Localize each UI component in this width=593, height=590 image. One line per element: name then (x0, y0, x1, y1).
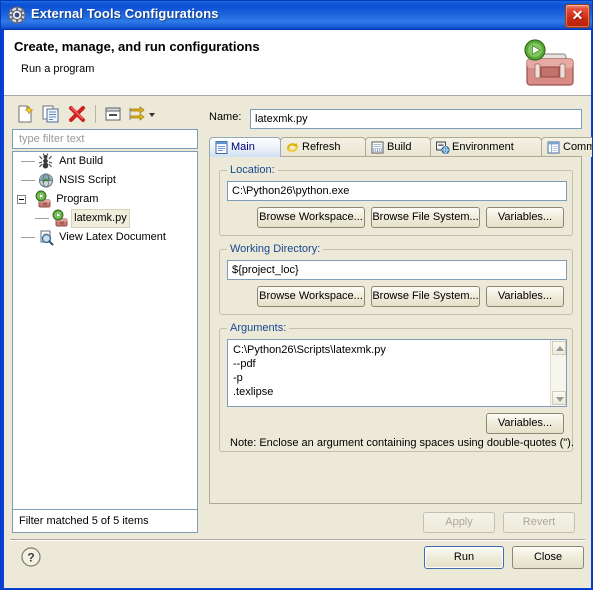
tab-label: Refresh (302, 141, 341, 153)
ant-icon (38, 152, 54, 171)
window-title: External Tools Configurations (31, 6, 219, 21)
filter-status-text: Filter matched 5 of 5 items (12, 509, 198, 533)
refresh-tab-icon (285, 140, 300, 155)
tree-connector (21, 171, 35, 190)
tree-item-label: latexmk.py (71, 209, 130, 228)
help-icon[interactable]: ? (20, 546, 42, 568)
tree-connector (21, 152, 35, 171)
delete-configuration-button[interactable] (66, 103, 88, 125)
tree-item-label: View Latex Document (59, 231, 166, 243)
external-tools-configurations-dialog: External Tools Configurations ✕ Create, … (0, 0, 593, 590)
tab-environment[interactable]: Environment (430, 137, 542, 157)
name-label: Name: (209, 111, 242, 123)
common-tab-icon (546, 140, 561, 155)
tree-item-ant-build[interactable]: Ant Build (13, 152, 197, 171)
configurations-tree[interactable]: Ant Build NSIS Script Program latexmk.py… (12, 151, 198, 509)
location-label: Location: (227, 164, 278, 176)
main-tab-icon (214, 140, 229, 155)
working-directory-browse-workspace-button[interactable]: Browse Workspace... (257, 286, 365, 307)
location-input[interactable] (227, 181, 567, 201)
duplicate-configuration-button[interactable] (40, 103, 62, 125)
arguments-scrollbar[interactable] (550, 340, 566, 406)
location-group: Location: Browse Workspace... Browse Fil… (219, 164, 573, 236)
toolbar-separator (95, 105, 96, 123)
arguments-variables-button[interactable]: Variables... (486, 413, 564, 434)
dialog-body: Ant Build NSIS Script (4, 96, 592, 588)
arguments-group: Arguments: C:\Python26\Scripts\latexmk.p… (219, 322, 574, 452)
revert-button[interactable]: Revert (503, 512, 575, 533)
tree-expander-collapse[interactable] (17, 195, 26, 204)
header-banner: Create, manage, and run configurations R… (4, 30, 591, 96)
tab-label: Environment (452, 141, 514, 153)
view-document-icon (38, 228, 54, 247)
build-tab-icon: 010 (370, 140, 385, 155)
page-subtitle: Run a program (21, 63, 95, 75)
main-tab-panel: Location: Browse Workspace... Browse Fil… (209, 156, 582, 504)
tab-label: Build (387, 141, 412, 153)
tab-refresh[interactable]: Refresh (280, 137, 366, 157)
title-bar: External Tools Configurations ✕ (1, 1, 592, 30)
scroll-down-button[interactable] (552, 391, 566, 405)
tab-label: Common (563, 141, 592, 153)
tab-common[interactable]: Common (541, 137, 592, 157)
tree-connector (21, 228, 35, 247)
program-icon (35, 190, 51, 209)
name-input[interactable] (250, 109, 582, 129)
close-button[interactable]: Close (512, 546, 584, 569)
toolbox-run-icon (519, 36, 581, 92)
arguments-label: Arguments: (227, 322, 290, 334)
close-icon: ✕ (571, 7, 584, 23)
tab-main[interactable]: Main (209, 137, 281, 157)
location-browse-file-system-button[interactable]: Browse File System... (371, 207, 480, 228)
chevron-down-icon[interactable] (146, 103, 158, 125)
working-directory-label: Working Directory: (227, 243, 324, 255)
tree-item-label: Program (56, 193, 99, 205)
nsis-icon (38, 171, 54, 190)
collapse-all-button[interactable] (102, 103, 124, 125)
location-variables-button[interactable]: Variables... (486, 207, 564, 228)
chevron-down-icon (556, 397, 564, 402)
run-button[interactable]: Run (424, 546, 504, 569)
chevron-up-icon (556, 346, 564, 351)
tree-item-program[interactable]: Program (13, 190, 197, 209)
svg-text:?: ? (27, 551, 34, 565)
tree-item-label: Ant Build (59, 155, 104, 167)
configuration-editor-panel: Name: latexmk.py Main Refresh 010 Build … (206, 101, 592, 533)
arguments-note: Note: Enclose an argument containing spa… (230, 437, 574, 449)
gear-icon (8, 6, 26, 24)
close-window-button[interactable]: ✕ (565, 4, 590, 28)
working-directory-browse-file-system-button[interactable]: Browse File System... (371, 286, 480, 307)
search-input[interactable] (12, 129, 198, 149)
arguments-textarea[interactable]: C:\Python26\Scripts\latexmk.py --pdf -p … (227, 339, 567, 407)
apply-button[interactable]: Apply (423, 512, 495, 533)
working-directory-group: Working Directory: Browse Workspace... B… (219, 243, 573, 315)
tab-build[interactable]: 010 Build (365, 137, 431, 157)
working-directory-input[interactable] (227, 260, 567, 280)
configurations-toolbar (10, 101, 200, 127)
tree-item-view-latex-document[interactable]: View Latex Document (13, 228, 197, 247)
new-configuration-button[interactable] (14, 103, 36, 125)
arguments-value: C:\Python26\Scripts\latexmk.py --pdf -p … (233, 344, 386, 398)
page-title: Create, manage, and run configurations (14, 39, 260, 54)
tree-item-label: NSIS Script (59, 174, 116, 186)
footer-divider-highlight (10, 540, 585, 541)
program-icon (52, 209, 68, 228)
tree-item-latexmk[interactable]: latexmk.py (13, 209, 197, 228)
name-row: Name: (209, 109, 582, 129)
tab-bar: Main Refresh 010 Build Environment Com (209, 137, 592, 157)
scroll-up-button[interactable] (552, 341, 566, 355)
environment-tab-icon (435, 140, 450, 155)
tab-label: Main (231, 141, 255, 153)
working-directory-variables-button[interactable]: Variables... (486, 286, 564, 307)
svg-text:010: 010 (373, 148, 382, 154)
configurations-panel: Ant Build NSIS Script (10, 101, 200, 533)
tree-item-nsis-script[interactable]: NSIS Script (13, 171, 197, 190)
filter-configurations-button[interactable] (126, 103, 148, 125)
tree-connector (35, 209, 49, 228)
location-browse-workspace-button[interactable]: Browse Workspace... (257, 207, 365, 228)
